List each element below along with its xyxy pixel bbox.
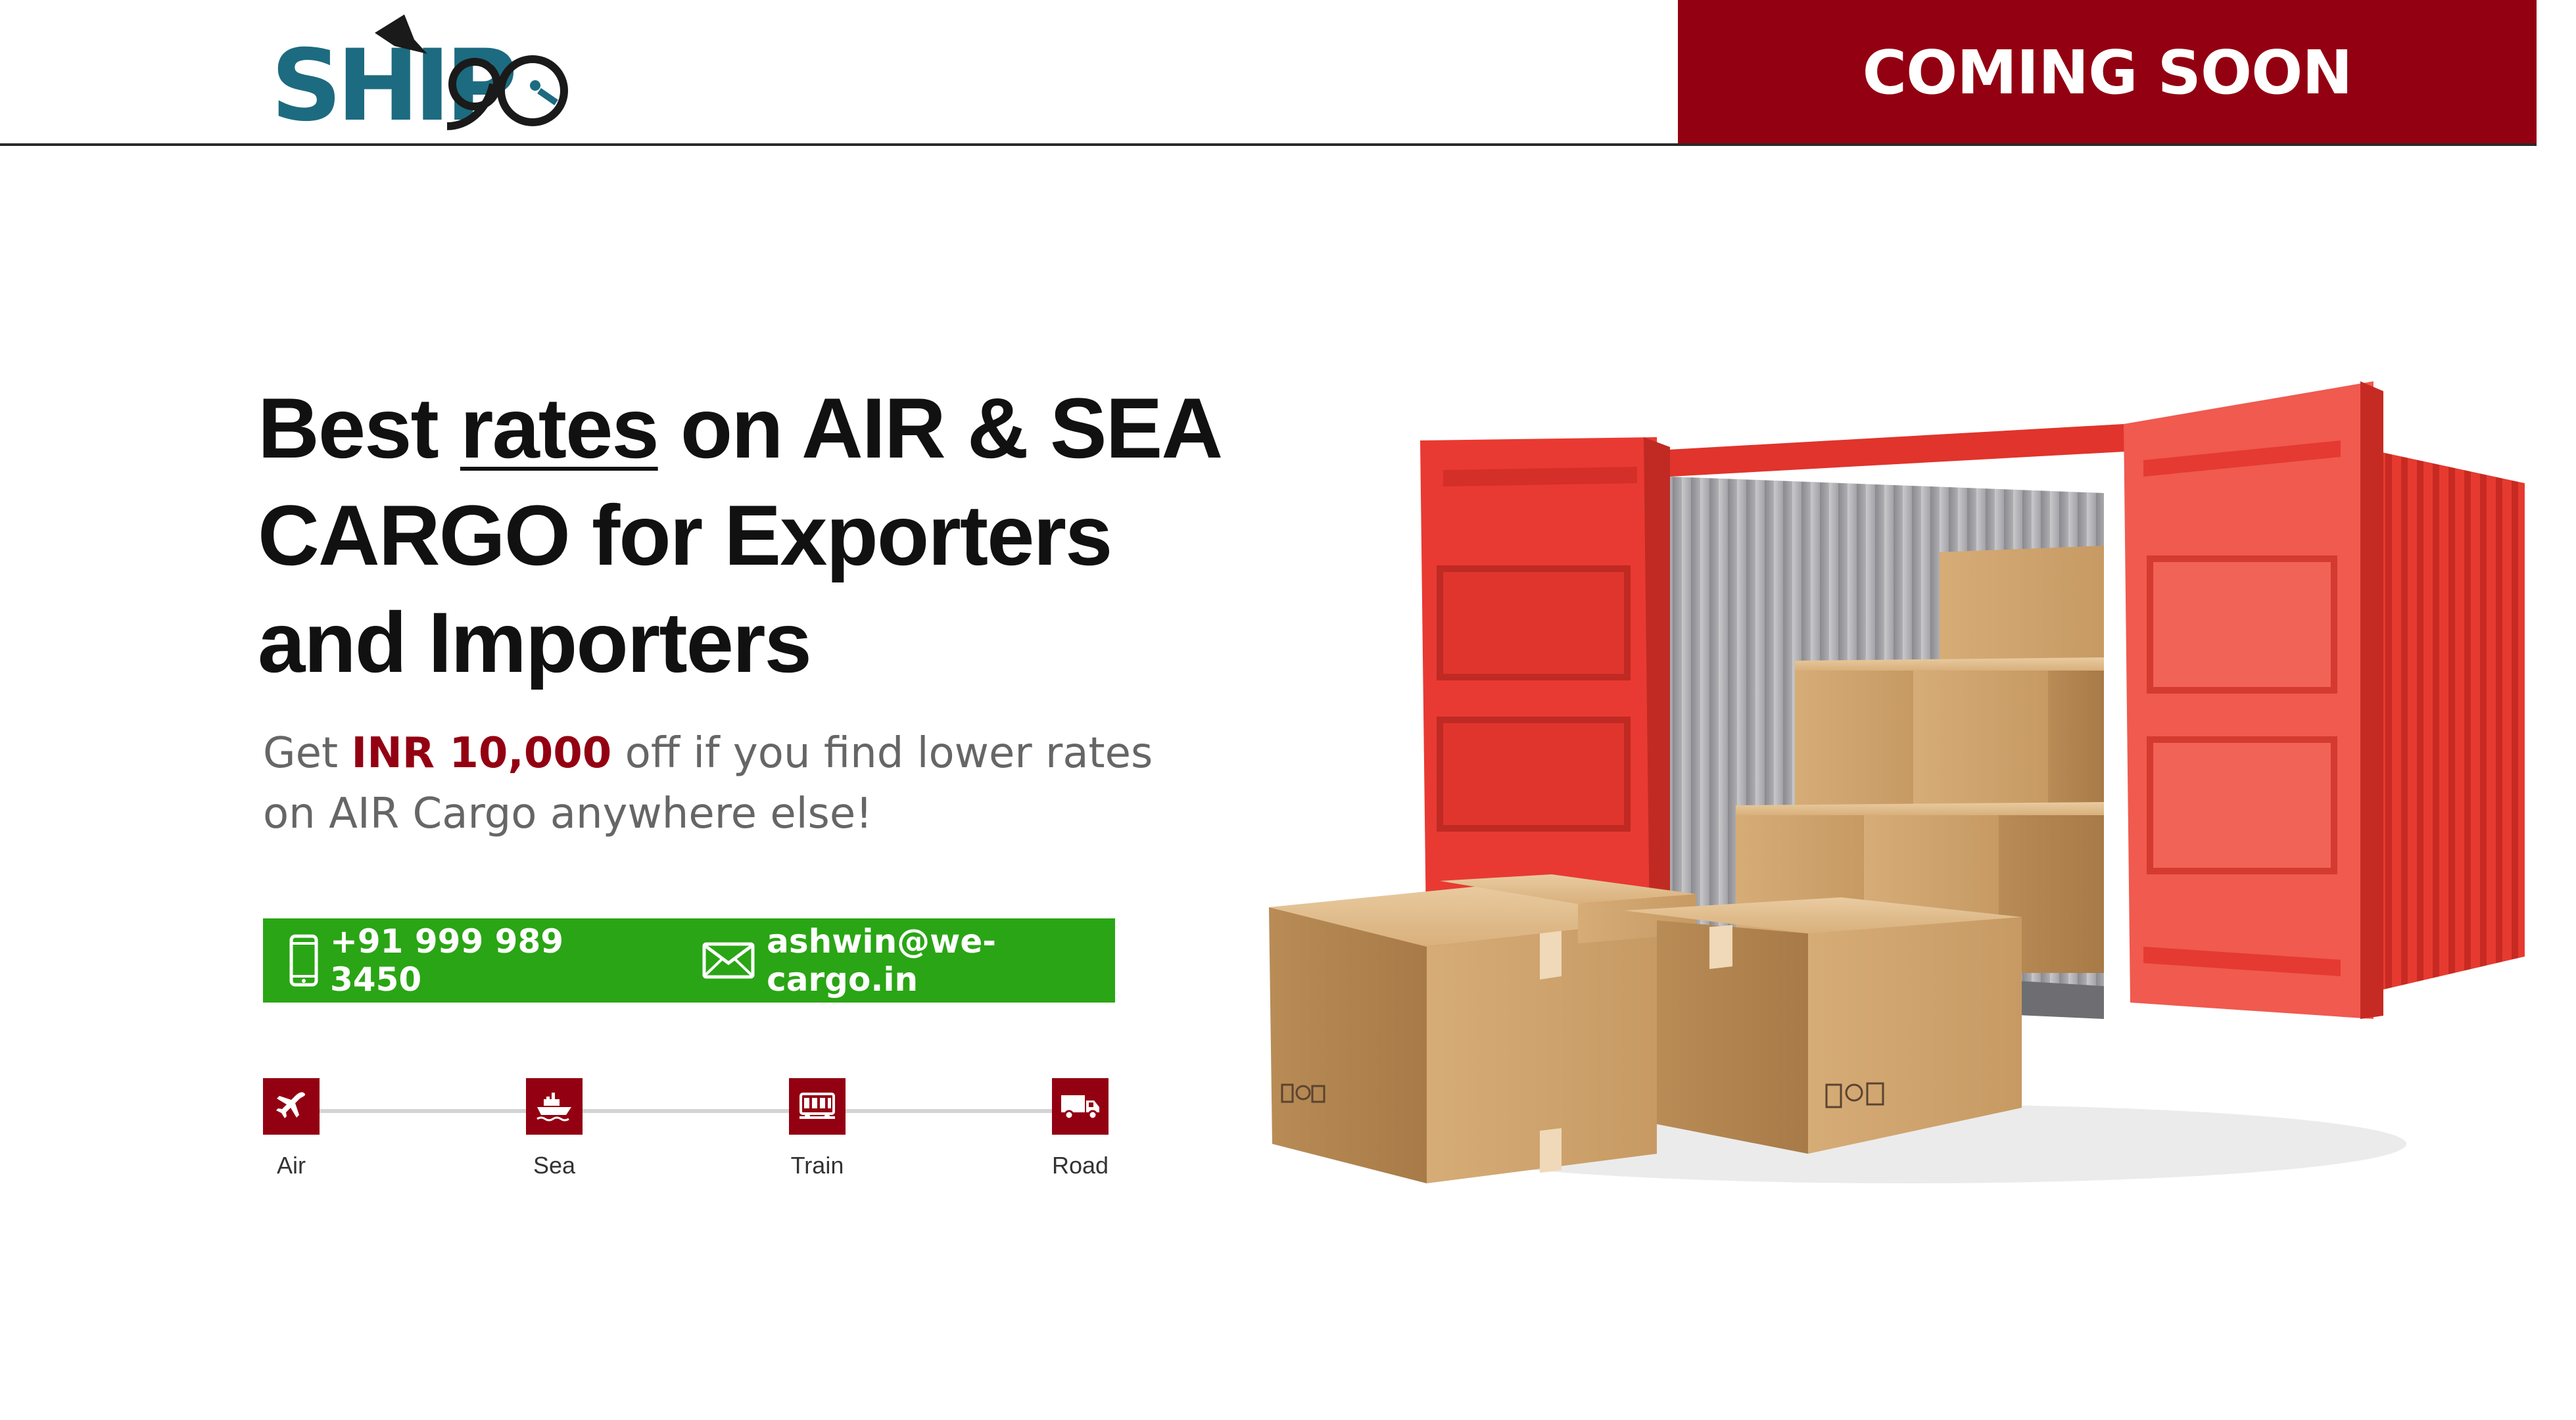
email-address: ashwin@we-cargo.in (767, 922, 997, 999)
contact-bar: +91 999 989 3450 ashwin@we-cargo.in (263, 918, 1115, 1003)
mode-label: Sea (533, 1152, 576, 1179)
hero-subheadline: Get INR 10,000 off if you find lower rat… (263, 723, 1183, 844)
mode-road[interactable]: Road (1052, 1078, 1109, 1179)
shipping-container-image (1269, 381, 2525, 1183)
mode-label: Train (790, 1152, 844, 1179)
mode-sea[interactable]: Sea (526, 1078, 583, 1179)
logo-mark-icon: SHIP (271, 14, 568, 131)
mode-label: Road (1051, 1152, 1109, 1179)
modes-connector-line (289, 1109, 1089, 1113)
site-header: SHIP COMING SOON (0, 0, 2576, 146)
cargo-container-illustration (1249, 368, 2537, 1223)
mode-train[interactable]: Train (789, 1078, 846, 1179)
mobile-phone-icon (289, 934, 318, 987)
right-door (2124, 381, 2383, 1019)
email-link[interactable]: ashwin@we-cargo.in (702, 922, 1115, 999)
headline-part-1: Best (258, 380, 460, 476)
airplane-icon (263, 1078, 320, 1135)
coming-soon-text: COMING SOON (1862, 37, 2353, 108)
sub-prefix: Get (263, 729, 352, 778)
coming-soon-banner: COMING SOON (1678, 0, 2537, 145)
headline-underlined-word: rates (460, 380, 659, 476)
train-icon (789, 1078, 846, 1135)
ship90-logo[interactable]: SHIP (270, 7, 585, 131)
phone-number: +91 999 989 3450 (330, 922, 564, 999)
hero-headline: Best rates on AIR & SEA CARGO for Export… (258, 375, 1257, 696)
phone-link[interactable]: +91 999 989 3450 (289, 922, 639, 999)
front-box-right (1624, 897, 2022, 1154)
envelope-icon (702, 942, 755, 979)
discount-amount: INR 10,000 (351, 729, 612, 778)
header-divider (0, 143, 2537, 146)
mode-label: Air (277, 1152, 306, 1179)
mode-air[interactable]: Air (263, 1078, 320, 1179)
ship-icon (526, 1078, 583, 1135)
truck-icon (1052, 1078, 1109, 1135)
transport-modes: Air Sea Train Road (263, 1078, 1115, 1183)
